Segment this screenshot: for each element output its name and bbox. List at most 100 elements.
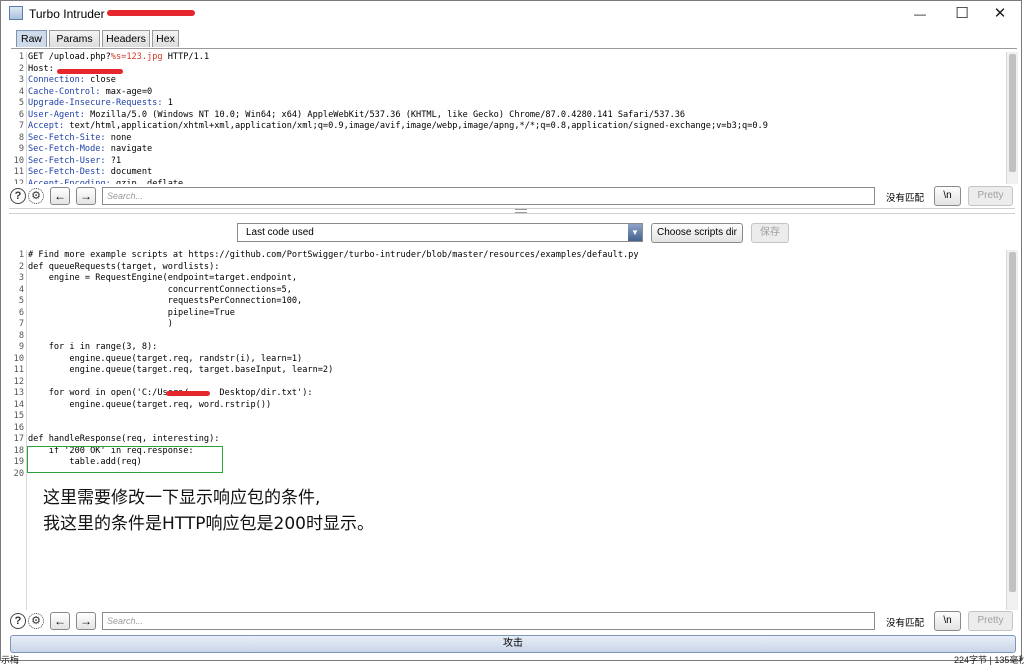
splitter-grip[interactable] [515, 209, 527, 213]
line-number: 15 [13, 411, 24, 421]
script-selector-value: Last code used [246, 227, 314, 238]
help-icon[interactable]: ? [10, 613, 26, 629]
script-selector-dropdown[interactable]: Last code used ▼ [237, 223, 643, 242]
script-pretty-button[interactable]: Pretty [968, 611, 1013, 631]
script-line-text: for i in range(3, 8): [28, 342, 158, 352]
condition-highlight-box [27, 446, 223, 473]
script-line-text: concurrentConnections=5, [28, 284, 292, 295]
script-scroll-thumb[interactable] [1009, 252, 1016, 592]
search-next-button[interactable]: → [76, 612, 96, 630]
pane-splitter[interactable] [9, 208, 1015, 214]
search-prev-button[interactable]: ← [50, 612, 70, 630]
settings-gear-icon[interactable]: ⚙ [28, 613, 44, 629]
tabs-underline [11, 48, 1017, 49]
request-newline-toggle[interactable]: \n [934, 186, 961, 206]
header-name: Sec-Fetch-Mode: [28, 144, 106, 154]
header-name: Sec-Fetch-Site: [28, 132, 106, 143]
request-pretty-button[interactable]: Pretty [968, 186, 1013, 206]
script-search-bar: ? ⚙ ← → 没有匹配 \n Pretty [1, 610, 1023, 632]
save-button[interactable]: 保存 [751, 223, 789, 243]
line-number: 1 [18, 52, 24, 62]
tab-hex[interactable]: Hex [152, 30, 179, 47]
search-prev-button[interactable]: ← [50, 187, 70, 205]
title-bar: Turbo Intruder - — ☐ ✕ [1, 1, 1021, 27]
line-number: 1 [18, 250, 24, 260]
header-name: Connection: [28, 75, 85, 85]
request-line-text: GET /upload.php?%s=123.jpg HTTP/1.1 [28, 52, 209, 64]
line-number: 2 [18, 63, 24, 74]
request-gutter-divider [26, 52, 27, 184]
request-path: GET /upload.php? [28, 52, 111, 62]
script-line-text: pipeline=True [28, 307, 235, 318]
line-number: 4 [18, 284, 24, 295]
line-number: 18 [13, 445, 24, 456]
settings-gear-icon[interactable]: ⚙ [28, 188, 44, 204]
request-protocol: HTTP/1.1 [162, 52, 210, 62]
header-name: Accept: [28, 121, 65, 131]
script-newline-toggle[interactable]: \n [934, 611, 961, 631]
header-value: 1 [162, 98, 173, 108]
title-redaction-mark [107, 10, 195, 16]
minimize-icon[interactable]: — [898, 3, 942, 25]
script-editor[interactable]: 1 # Find more example scripts at https://… [10, 250, 1006, 610]
close-icon[interactable]: ✕ [978, 3, 1022, 25]
line-number: 8 [18, 132, 24, 143]
status-right: 224字节 | 135毫秒 [954, 655, 1024, 665]
header-line: Connection: close [28, 75, 116, 87]
request-search-input[interactable] [102, 187, 875, 205]
line-number: 10 [13, 353, 24, 364]
header-line: Sec-Fetch-Dest: document [28, 167, 152, 179]
header-name: Upgrade-Insecure-Requests: [28, 98, 163, 108]
tab-raw[interactable]: Raw [16, 30, 47, 47]
header-value: ?1 [105, 155, 122, 166]
line-number: 12 [13, 376, 24, 387]
request-line-text: Host: [28, 63, 60, 74]
tab-params[interactable]: Params [49, 30, 100, 47]
header-name: Accept-Encoding: [28, 178, 111, 185]
script-line-text: engine.queue(target.req, word.rstrip()) [28, 399, 272, 410]
choose-scripts-dir-button[interactable]: Choose scripts dir [651, 223, 743, 243]
app-icon [9, 6, 23, 20]
header-value: none [105, 132, 132, 143]
line-number: 13 [13, 388, 24, 398]
script-line-text: def handleResponse(req, interesting): [28, 434, 220, 444]
window-title: Turbo Intruder - [29, 7, 112, 21]
header-line: Accept: text/html,application/xhtml+xml,… [28, 121, 768, 133]
request-scrollbar[interactable] [1006, 52, 1018, 184]
line-number: 4 [18, 86, 24, 97]
script-line-text: engine.queue(target.req, randstr(i), lea… [28, 353, 303, 364]
host-redaction-mark [57, 69, 123, 74]
annotation-line-1: 这里需要修改一下显示响应包的条件, [43, 488, 321, 508]
line-number: 6 [18, 109, 24, 120]
annotation-line-2: 我这里的条件是HTTP响应包是200时显示。 [43, 514, 374, 534]
line-number: 5 [18, 98, 24, 108]
line-number: 16 [13, 422, 24, 433]
request-scroll-thumb[interactable] [1009, 54, 1016, 172]
help-icon[interactable]: ? [10, 188, 26, 204]
search-next-button[interactable]: → [76, 187, 96, 205]
script-scrollbar[interactable] [1006, 250, 1018, 610]
script-search-input[interactable] [102, 612, 875, 630]
header-value: gzip, deflate [110, 178, 184, 185]
header-line: Sec-Fetch-Mode: navigate [28, 144, 152, 156]
attack-button[interactable]: 攻击 [10, 635, 1016, 653]
header-name: Sec-Fetch-Dest: [28, 167, 106, 177]
tab-headers[interactable]: Headers [102, 30, 150, 47]
line-number: 20 [13, 468, 24, 479]
script-line-text: engine = RequestEngine(endpoint=target.e… [28, 273, 298, 283]
line-number: 9 [18, 144, 24, 154]
header-value: Mozilla/5.0 (Windows NT 10.0; Win64; x64… [84, 109, 686, 120]
line-number: 9 [18, 342, 24, 352]
header-line: User-Agent: Mozilla/5.0 (Windows NT 10.0… [28, 110, 685, 122]
header-name: User-Agent: [28, 109, 85, 120]
request-search-no-match: 没有匹配 [886, 193, 925, 204]
line-number: 7 [18, 121, 24, 131]
line-number: 11 [13, 365, 24, 375]
request-editor[interactable]: 1 GET /upload.php?%s=123.jpg HTTP/1.1 2 Hos… [10, 52, 1006, 184]
line-number: 3 [18, 75, 24, 85]
request-search-bar: ? ⚙ ← → 没有匹配 \n Pretty [1, 185, 1023, 207]
script-line-text: requestsPerConnection=100, [28, 296, 303, 306]
chevron-down-icon[interactable]: ▼ [628, 224, 642, 241]
line-number: 3 [18, 273, 24, 283]
header-value: navigate [105, 144, 153, 154]
